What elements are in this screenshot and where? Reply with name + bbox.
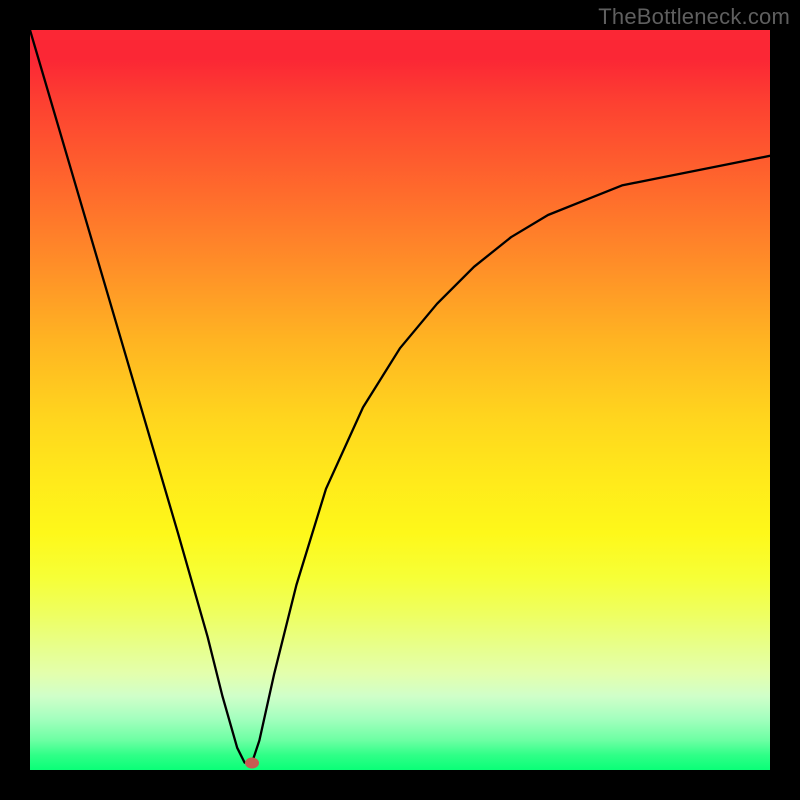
curve-path xyxy=(30,30,770,763)
optimal-point-marker xyxy=(245,757,259,768)
plot-area xyxy=(30,30,770,770)
watermark-text: TheBottleneck.com xyxy=(598,4,790,30)
chart-frame: TheBottleneck.com xyxy=(0,0,800,800)
bottleneck-curve xyxy=(30,30,770,770)
